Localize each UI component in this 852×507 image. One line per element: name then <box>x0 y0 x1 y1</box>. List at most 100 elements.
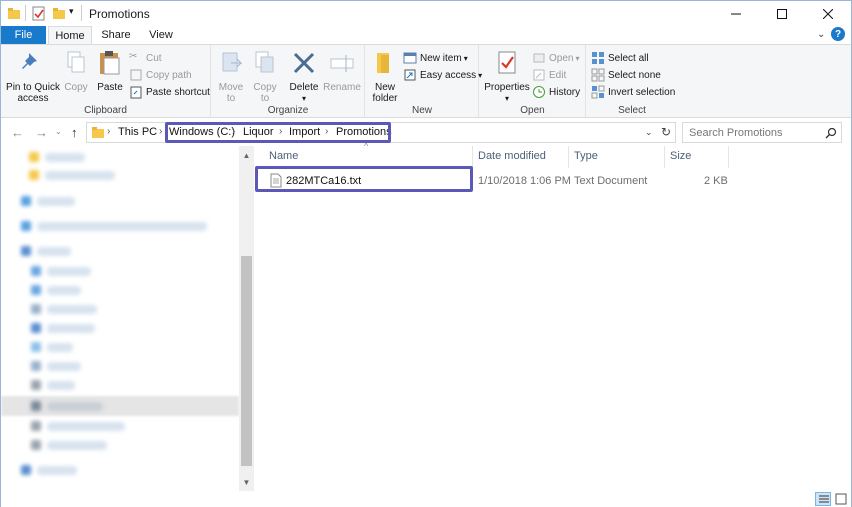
open-dropdown-icon: ▾ <box>575 53 580 63</box>
tab-file[interactable]: File <box>1 26 46 44</box>
details-view-icon[interactable] <box>815 492 831 506</box>
file-date: 1/10/2018 1:06 PM <box>478 175 571 187</box>
organize-label: Organize <box>267 105 309 116</box>
copy-button[interactable]: Copy <box>61 49 91 93</box>
column-size[interactable]: Size <box>670 150 691 162</box>
open-label-group: Open <box>520 105 545 116</box>
copy-to-button[interactable]: Copy to <box>250 49 280 104</box>
column-name[interactable]: Name <box>269 150 298 162</box>
select-all-button[interactable]: Select all <box>591 50 649 66</box>
edit-label: Edit <box>549 69 567 81</box>
easy-access-icon <box>404 69 416 81</box>
new-item-button[interactable]: New item ▾ <box>403 50 468 66</box>
column-divider[interactable] <box>728 146 729 168</box>
edit-button[interactable]: Edit <box>532 67 566 83</box>
nav-item-blurred[interactable] <box>47 343 73 352</box>
nav-item-blurred[interactable] <box>47 381 75 390</box>
address-dropdown-icon[interactable]: ⌄ <box>645 127 653 138</box>
scroll-up-icon[interactable]: ▲ <box>239 148 254 162</box>
nav-item-blurred[interactable] <box>47 324 95 333</box>
navigation-pane[interactable]: ▲ ▼ <box>1 146 254 491</box>
status-bar <box>1 491 851 507</box>
search-placeholder: Search Promotions <box>689 127 783 139</box>
column-date-modified[interactable]: Date modified <box>478 150 546 162</box>
column-divider[interactable] <box>664 146 665 168</box>
music-icon <box>31 342 41 352</box>
copy-to-label-1: Copy <box>253 82 277 93</box>
close-icon <box>823 8 833 19</box>
paste-button[interactable]: Paste <box>94 49 126 93</box>
select-group: Select all Select none Invert selection … <box>587 45 677 118</box>
breadcrumb-separator[interactable]: › <box>107 126 110 137</box>
new-folder-button[interactable]: New folder <box>368 49 402 104</box>
tab-share[interactable]: Share <box>96 26 136 44</box>
nav-item-blurred[interactable] <box>47 267 91 276</box>
nav-item-blurred[interactable] <box>47 305 97 314</box>
nav-item-blurred[interactable] <box>37 466 77 475</box>
select-none-button[interactable]: Select none <box>591 67 661 83</box>
delete-x-icon <box>293 52 315 74</box>
search-icon[interactable] <box>825 127 837 139</box>
column-divider[interactable] <box>472 146 473 168</box>
help-icon[interactable]: ? <box>831 27 845 41</box>
select-label: Select <box>618 105 646 116</box>
history-button[interactable]: History <box>532 84 580 100</box>
file-highlight-box <box>255 166 473 192</box>
up-icon[interactable]: ↑ <box>71 125 78 140</box>
nav-item-blurred[interactable] <box>47 402 103 411</box>
column-divider[interactable] <box>568 146 569 168</box>
copy-path-button[interactable]: Copy path <box>129 67 192 83</box>
close-button[interactable] <box>805 1 851 26</box>
ribbon-collapse-icon[interactable]: ⌄ <box>817 29 825 40</box>
move-to-button[interactable]: Move to <box>216 49 246 104</box>
nav-item-blurred[interactable] <box>37 197 75 206</box>
column-type[interactable]: Type <box>574 150 598 162</box>
nav-item-blurred[interactable] <box>37 247 71 256</box>
nav-item-blurred[interactable] <box>47 362 81 371</box>
divider <box>25 5 26 21</box>
search-box[interactable]: Search Promotions <box>682 122 842 143</box>
pin-icon <box>22 53 37 69</box>
delete-button[interactable]: Delete ▾ <box>286 49 322 104</box>
refresh-icon[interactable]: ↻ <box>661 125 671 139</box>
nav-item-blurred[interactable] <box>47 286 81 295</box>
new-folder-qa-icon[interactable] <box>52 6 66 21</box>
scroll-down-icon[interactable]: ▼ <box>239 475 254 489</box>
rename-button[interactable]: Rename <box>322 49 362 93</box>
rename-icon <box>330 55 354 72</box>
cut-button[interactable]: ✂ Cut <box>129 50 162 66</box>
nav-item-blurred[interactable] <box>47 441 107 450</box>
paste-shortcut-label: Paste shortcut <box>146 86 210 98</box>
breadcrumb-this-pc[interactable]: This PC <box>118 126 157 138</box>
paste-shortcut-button[interactable]: Paste shortcut <box>129 84 210 100</box>
breadcrumb-separator[interactable]: › <box>159 126 162 137</box>
address-row: ← → ⌄ ↑ › This PC › Windows (C:) › Liquo… <box>1 119 851 146</box>
nav-scroll-thumb[interactable] <box>241 256 252 466</box>
recent-locations-icon[interactable]: ⌄ <box>55 127 62 136</box>
maximize-button[interactable] <box>759 1 805 26</box>
title-bar: ▾ Promotions <box>1 1 851 26</box>
nav-item-blurred[interactable] <box>47 422 125 431</box>
pin-quick-access-button[interactable]: Pin to Quick access <box>5 49 61 104</box>
invert-selection-button[interactable]: Invert selection <box>591 84 675 100</box>
nav-item-blurred[interactable] <box>45 153 85 162</box>
open-button[interactable]: Open ▾ <box>532 50 579 66</box>
properties-qa-icon[interactable] <box>32 6 46 21</box>
tab-home[interactable]: Home <box>48 26 92 45</box>
nav-item-blurred[interactable] <box>45 171 115 180</box>
drive-icon <box>31 440 41 450</box>
back-icon[interactable]: ← <box>11 125 24 140</box>
select-none-icon <box>591 68 605 82</box>
paste-label: Paste <box>97 82 123 93</box>
large-icons-view-icon[interactable] <box>833 492 849 506</box>
properties-button[interactable]: Properties ▾ <box>484 49 530 104</box>
easy-access-button[interactable]: Easy access ▾ <box>403 67 482 83</box>
pictures-icon <box>31 361 41 371</box>
qa-dropdown-icon[interactable]: ▾ <box>69 6 74 21</box>
nav-item-blurred[interactable] <box>37 222 207 231</box>
forward-icon[interactable]: → <box>35 125 48 140</box>
paste-shortcut-icon <box>130 86 142 99</box>
videos-icon <box>31 380 41 390</box>
tab-view[interactable]: View <box>141 26 181 44</box>
minimize-button[interactable] <box>713 1 759 26</box>
